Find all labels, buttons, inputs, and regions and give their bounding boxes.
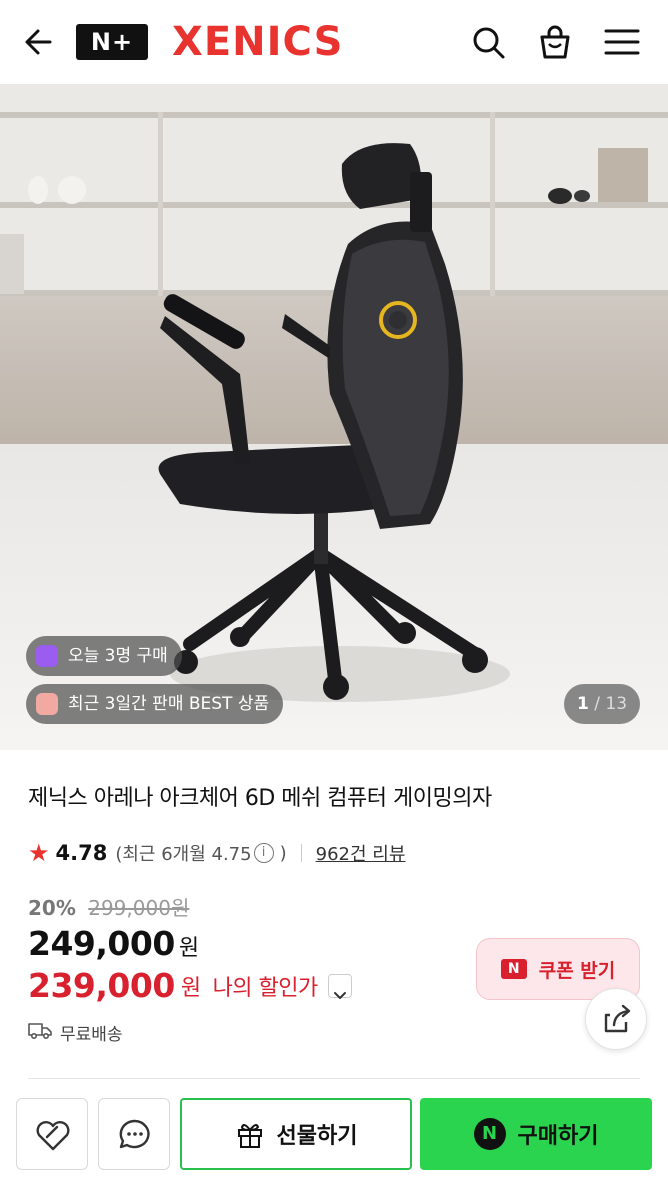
search-icon[interactable] [468, 22, 508, 62]
my-price-unit: 원 [180, 975, 201, 1001]
discount-row: 20% 299,000원 [28, 892, 189, 921]
my-price-label: 나의 할인가 [212, 975, 319, 1001]
chat-bubble-icon [119, 1119, 150, 1149]
image-counter-current: 1 [576, 694, 589, 714]
shipping-info: 무료배송 [28, 1020, 123, 1045]
image-counter: 1 / 13 [564, 684, 640, 724]
buy-button[interactable]: N 구매하기 [420, 1098, 652, 1170]
sale-price: 249,000 원 [28, 924, 199, 963]
coupon-label: 쿠폰 받기 [538, 959, 616, 982]
back-arrow-icon[interactable] [20, 22, 60, 62]
rating-row: ★ 4.78 (최근 6개월 4.75 i ) 962건 리뷰 [28, 838, 405, 868]
today-purchase-badge: 오늘 3명 구매 [26, 636, 182, 676]
naver-plus-logo[interactable]: N+ [76, 24, 148, 60]
bottom-action-bar: 선물하기 N 구매하기 [0, 1086, 668, 1200]
chevron-down-icon[interactable] [327, 973, 352, 999]
sale-price-unit: 원 [178, 936, 199, 961]
rating-divider [300, 844, 302, 862]
wishlist-button[interactable] [16, 1098, 88, 1170]
truck-icon [28, 1020, 52, 1045]
best-seller-text: 최근 3일간 판매 BEST 상품 [68, 694, 270, 714]
my-price-value: 239,000 [28, 966, 175, 1005]
naver-n-icon: N [500, 959, 527, 979]
my-discount-price: 239,000 원 나의 할인가 [28, 966, 352, 1005]
sale-price-value: 249,000 [28, 924, 175, 963]
top-header: N+ XENICS [0, 0, 668, 84]
original-price: 299,000원 [88, 896, 190, 920]
share-icon [604, 1004, 631, 1033]
today-purchase-text: 오늘 3명 구매 [68, 646, 168, 666]
product-image-carousel[interactable]: 오늘 3명 구매 최근 3일간 판매 BEST 상품 1 / 13 [0, 84, 668, 750]
section-divider [28, 1078, 640, 1079]
discount-percent: 20% [28, 896, 76, 920]
rating-score: 4.78 [55, 841, 108, 865]
best-seller-badge: 최근 3일간 판매 BEST 상품 [26, 684, 284, 724]
share-button[interactable] [585, 988, 647, 1050]
review-count-link[interactable]: 962건 리뷰 [316, 840, 406, 866]
product-title: 제닉스 아레나 아크체어 6D 메쉬 컴퓨터 게이밍의자 [28, 786, 492, 811]
shopping-bag-icon[interactable] [535, 22, 575, 62]
gift-box-icon [237, 1124, 262, 1148]
image-counter-total: 13 [605, 694, 628, 714]
buy-label: 구매하기 [517, 1124, 599, 1149]
naver-pay-icon: N [473, 1118, 506, 1150]
menu-icon[interactable] [602, 22, 642, 62]
gift-button[interactable]: 선물하기 [180, 1098, 412, 1170]
star-icon: ★ [28, 839, 50, 867]
recent-rating: (최근 6개월 4.75 [115, 844, 252, 865]
shipping-text: 무료배송 [60, 1025, 123, 1045]
heart-icon [36, 1121, 70, 1151]
brand-logo[interactable]: XENICS [172, 18, 343, 66]
info-icon[interactable]: i [253, 843, 274, 863]
purchase-icon [36, 645, 58, 667]
image-counter-separator: / [588, 694, 606, 714]
gift-label: 선물하기 [276, 1124, 358, 1149]
gift-icon [36, 693, 58, 715]
chat-button[interactable] [98, 1098, 170, 1170]
recent-rating-close: ) [279, 842, 287, 864]
